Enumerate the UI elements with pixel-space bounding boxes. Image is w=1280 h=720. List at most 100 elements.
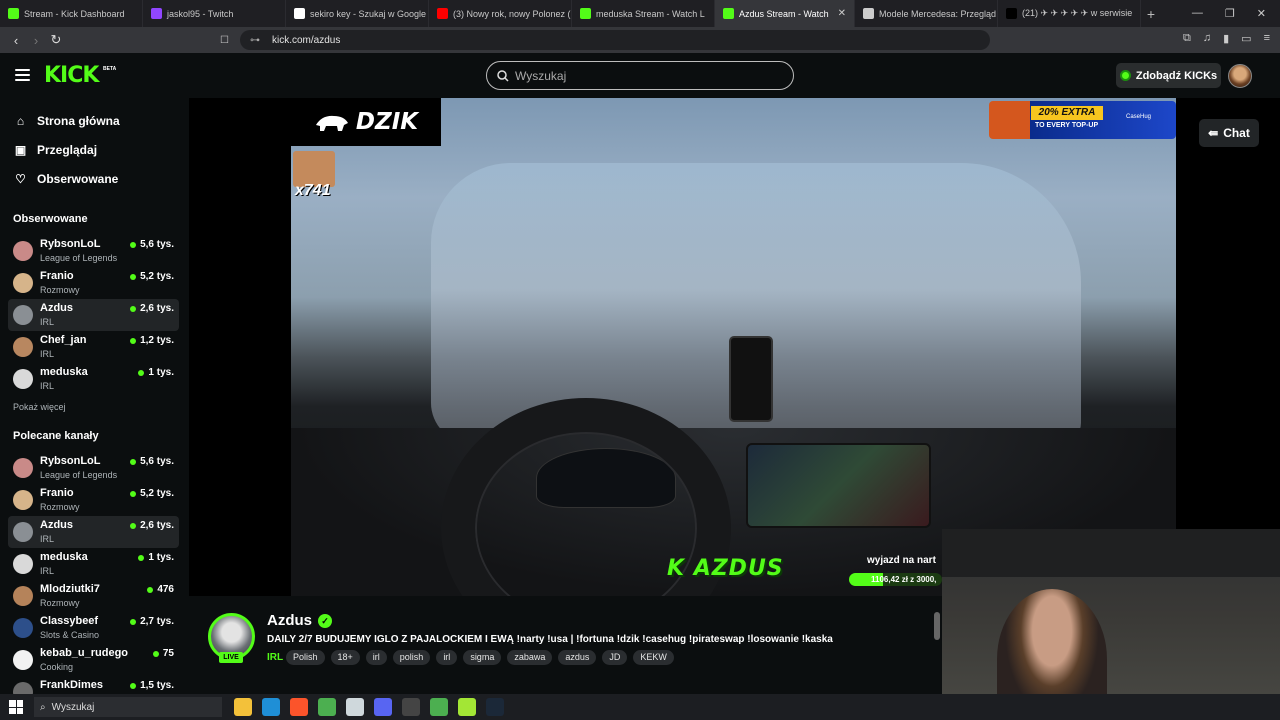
- forward-icon[interactable]: ›: [26, 33, 46, 48]
- browser-tab[interactable]: Modele Mercedesa: Przegląd m: [855, 0, 998, 27]
- channel-item[interactable]: Azdus IRL 2,6 tys.: [8, 299, 179, 331]
- channel-category: IRL: [40, 381, 55, 391]
- restore-icon[interactable]: ❐: [1225, 7, 1235, 20]
- get-kicks-button[interactable]: Zdobądź KICKs: [1116, 63, 1221, 88]
- stream-tag[interactable]: sigma: [463, 650, 502, 665]
- browser-tab[interactable]: sekiro key - Szukaj w Google: [286, 0, 429, 27]
- scrollbar[interactable]: [934, 612, 940, 640]
- discord-icon[interactable]: [374, 698, 392, 716]
- obs-icon[interactable]: [402, 698, 420, 716]
- viewer-count: 2,6 tys.: [130, 520, 174, 531]
- chrome-icon[interactable]: [318, 698, 336, 716]
- promo-banner[interactable]: 20% EXTRA TO EVERY TOP-UP CaseHug: [989, 101, 1176, 139]
- back-icon[interactable]: ‹: [6, 33, 26, 48]
- kick-logo[interactable]: KICK: [44, 63, 99, 88]
- channel-name: RybsonLoL: [40, 455, 101, 467]
- site-info-icon[interactable]: ⊶: [250, 35, 260, 46]
- video-player[interactable]: DZIK x741 20% EXTRA TO EVERY TOP-UP Case…: [189, 98, 1280, 596]
- bookmark-icon[interactable]: ☐: [220, 35, 229, 46]
- channel-item[interactable]: meduska IRL 1 tys.: [8, 363, 179, 395]
- browser-tab[interactable]: (21) ✈ ✈ ✈ ✈ ✈ w serwisie: [998, 0, 1141, 27]
- browser-tab-label: (3) Nowy rok, nowy Polonez (m: [453, 8, 572, 19]
- sidebar-nav-heart[interactable]: ♡ Obserwowane: [0, 164, 189, 193]
- stream-tag[interactable]: azdus: [558, 650, 597, 665]
- sidebar-nav-browse[interactable]: ▣ Przeglądaj: [0, 135, 189, 164]
- minimize-icon[interactable]: —: [1192, 7, 1203, 20]
- start-button[interactable]: [9, 700, 23, 714]
- steam-icon[interactable]: [486, 698, 504, 716]
- app2-icon[interactable]: [458, 698, 476, 716]
- channel-item[interactable]: RybsonLoL League of Legends 5,6 tys.: [8, 235, 179, 267]
- recommended-channel-list: RybsonLoL League of Legends 5,6 tys. Franio…: [0, 452, 189, 694]
- stream-tag[interactable]: irl: [365, 650, 387, 665]
- channel-avatar: [13, 369, 33, 389]
- close-window-icon[interactable]: ✕: [1257, 7, 1266, 20]
- taskbar-search[interactable]: ⌕ Wyszukaj: [34, 697, 222, 717]
- streamer-name[interactable]: Azdus: [267, 612, 312, 629]
- home-icon: ⌂: [16, 113, 25, 128]
- live-dot-icon: [130, 241, 137, 248]
- extensions-icon[interactable]: ⧉: [1183, 32, 1191, 45]
- channel-name: Classybeef: [40, 615, 99, 627]
- viewer-count: 2,7 tys.: [130, 616, 174, 627]
- viewer-count: 5,6 tys.: [130, 456, 174, 467]
- channel-item[interactable]: Classybeef Slots & Casino 2,7 tys.: [8, 612, 179, 644]
- user-avatar[interactable]: [1228, 64, 1252, 88]
- reload-icon[interactable]: ↻: [46, 32, 66, 48]
- channel-item[interactable]: Franio Rozmowy 5,2 tys.: [8, 267, 179, 299]
- new-tab-icon[interactable]: +: [1141, 6, 1161, 22]
- browser-tab[interactable]: jaskol95 - Twitch: [143, 0, 286, 27]
- edge-icon[interactable]: [262, 698, 280, 716]
- menu-icon[interactable]: ≡: [1264, 32, 1270, 45]
- channel-item[interactable]: Chef_jan IRL 1,2 tys.: [8, 331, 179, 363]
- stream-tag[interactable]: zabawa: [507, 650, 553, 665]
- sidebar-icon[interactable]: ▮: [1223, 32, 1229, 45]
- stream-tag[interactable]: Polish: [286, 650, 325, 665]
- channel-item[interactable]: FrankDimes 1,5 tys.: [8, 676, 179, 694]
- browser-tab[interactable]: Stream - Kick Dashboard: [0, 0, 143, 27]
- channel-item[interactable]: Azdus IRL 2,6 tys.: [8, 516, 179, 548]
- channel-item[interactable]: Franio Rozmowy 5,2 tys.: [8, 484, 179, 516]
- url-field[interactable]: ☐ ⊶ kick.com/azdus: [220, 30, 990, 50]
- channel-item[interactable]: RybsonLoL League of Legends 5,6 tys.: [8, 452, 179, 484]
- menu-icon[interactable]: [15, 69, 30, 81]
- stream-tag[interactable]: JD: [602, 650, 628, 665]
- viewer-count-text: 1,5 tys.: [140, 680, 174, 691]
- close-tab-icon[interactable]: ✕: [838, 8, 846, 19]
- channel-item[interactable]: kebab_u_rudego Cooking 75: [8, 644, 179, 676]
- live-dot-icon: [138, 369, 145, 376]
- channel-item[interactable]: meduska IRL 1 tys.: [8, 548, 179, 580]
- media-icon[interactable]: ♫: [1203, 32, 1211, 45]
- sidebar-nav-home[interactable]: ⌂ Strona główna: [0, 106, 189, 135]
- viewer-count-text: 2,6 tys.: [140, 303, 174, 314]
- mercedes-icon: [863, 8, 874, 19]
- browse-icon: ▣: [14, 142, 27, 157]
- app-icon[interactable]: [346, 698, 364, 716]
- channel-category: Rozmowy: [40, 502, 80, 512]
- stream-tag[interactable]: irl: [436, 650, 458, 665]
- viewer-count: 75: [152, 648, 174, 659]
- url-text[interactable]: kick.com/azdus: [272, 35, 340, 46]
- stream-tag[interactable]: KEKW: [633, 650, 674, 665]
- browser-tab[interactable]: (3) Nowy rok, nowy Polonez (m: [429, 0, 572, 27]
- streamer-overlay-tag: K AZDUS: [667, 556, 784, 581]
- channel-item[interactable]: Mlodziutki7 Rozmowy 476: [8, 580, 179, 612]
- channel-avatar: [13, 458, 33, 478]
- wallet-icon[interactable]: ▭: [1241, 32, 1251, 45]
- browser-tab[interactable]: meduska Stream - Watch L: [572, 0, 715, 27]
- stream-tag[interactable]: polish: [392, 650, 431, 665]
- search-input[interactable]: [515, 68, 775, 83]
- show-more-link[interactable]: Pokaż więcej: [0, 402, 189, 416]
- browser-tab[interactable]: Azdus Stream - Watch ✕: [715, 0, 855, 27]
- search-bar[interactable]: [486, 61, 794, 90]
- stream-tag[interactable]: 18+: [330, 650, 360, 665]
- browser-tab-label: Azdus Stream - Watch: [739, 8, 829, 19]
- stream-video[interactable]: [291, 98, 1176, 596]
- twitch-icon: [151, 8, 162, 19]
- stream-category[interactable]: IRL: [267, 652, 283, 663]
- live-dot-icon: [130, 337, 137, 344]
- play-icon[interactable]: [430, 698, 448, 716]
- brave-icon[interactable]: [290, 698, 308, 716]
- chat-button[interactable]: ⇚ Chat: [1199, 119, 1259, 147]
- file-explorer-icon[interactable]: [234, 698, 252, 716]
